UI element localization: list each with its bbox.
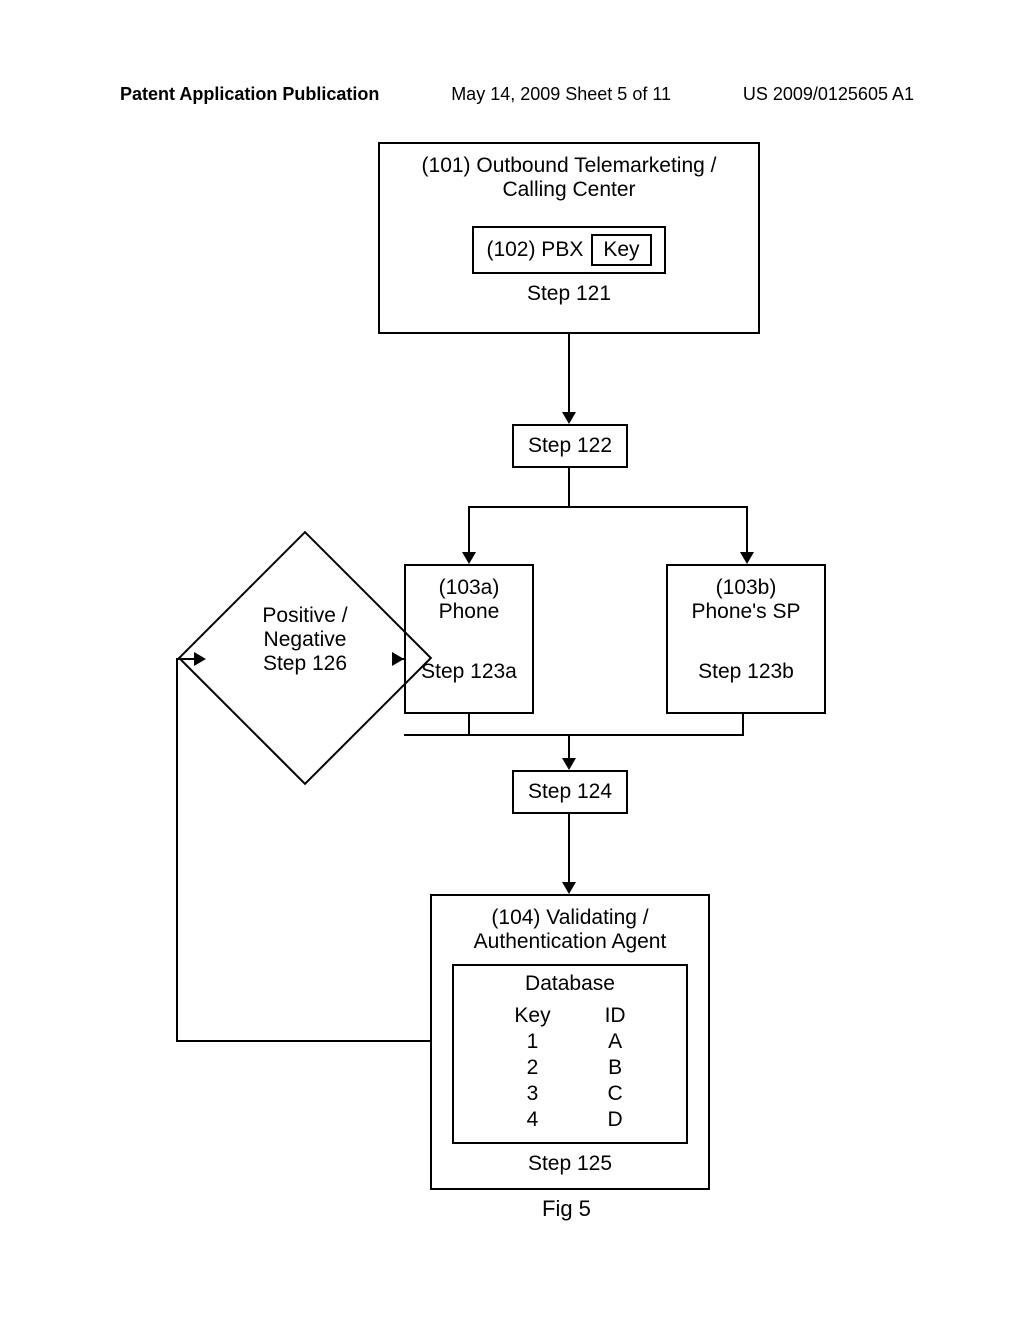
box-104: (104) Validating / Authentication Agent … bbox=[430, 894, 710, 1190]
step-123b: Step 123b bbox=[668, 660, 824, 684]
diamond-text: Positive / Negative Step 126 bbox=[215, 604, 395, 676]
connector-line bbox=[568, 734, 570, 760]
box-103b-title: (103b) bbox=[668, 576, 824, 600]
arrowhead-icon bbox=[462, 552, 476, 564]
box-103b: (103b) Phone's SP Step 123b bbox=[666, 564, 826, 714]
diamond-l1: Positive / bbox=[215, 604, 395, 628]
diamond-l3: Step 126 bbox=[215, 652, 395, 676]
database-table: Key ID 1A 2B 3C 4D bbox=[486, 1002, 653, 1134]
table-row: 1A bbox=[488, 1030, 651, 1054]
connector-line bbox=[468, 714, 470, 736]
key-box: Key bbox=[591, 234, 651, 266]
database-box: Database Key ID 1A 2B 3C 4D bbox=[452, 964, 688, 1144]
connector-line bbox=[176, 658, 178, 1042]
box-101-title-l1: (101) Outbound Telemarketing / bbox=[380, 154, 758, 178]
connector-line bbox=[404, 734, 744, 736]
db-col-id: ID bbox=[579, 1004, 652, 1028]
step-125: Step 125 bbox=[432, 1152, 708, 1176]
box-103a: (103a) Phone Step 123a bbox=[404, 564, 534, 714]
box-104-title-l2: Authentication Agent bbox=[432, 930, 708, 954]
connector-line bbox=[468, 506, 748, 508]
diamond-l2: Negative bbox=[215, 628, 395, 652]
connector-line bbox=[176, 658, 196, 660]
table-row: 4D bbox=[488, 1108, 651, 1132]
figure-caption: Fig 5 bbox=[542, 1196, 591, 1222]
connector-line bbox=[568, 814, 570, 884]
box-103a-sub: Phone bbox=[406, 600, 532, 624]
table-row: 2B bbox=[488, 1056, 651, 1080]
pbx-label: (102) PBX bbox=[486, 238, 583, 262]
header-mid: May 14, 2009 Sheet 5 of 11 bbox=[451, 84, 671, 105]
db-col-key: Key bbox=[488, 1004, 576, 1028]
header-left: Patent Application Publication bbox=[120, 84, 379, 105]
step-122: Step 122 bbox=[528, 434, 612, 457]
box-103b-sub: Phone's SP bbox=[668, 600, 824, 624]
box-104-title-l1: (104) Validating / bbox=[432, 906, 708, 930]
box-101: (101) Outbound Telemarketing / Calling C… bbox=[378, 142, 760, 334]
box-103a-title: (103a) bbox=[406, 576, 532, 600]
arrowhead-icon bbox=[740, 552, 754, 564]
arrowhead-icon bbox=[562, 412, 576, 424]
box-101-title-l2: Calling Center bbox=[380, 178, 758, 202]
arrowhead-icon bbox=[562, 758, 576, 770]
step-121: Step 121 bbox=[380, 282, 758, 306]
table-row: 3C bbox=[488, 1082, 651, 1106]
arrow-line bbox=[568, 334, 570, 414]
connector-line bbox=[742, 714, 744, 736]
arrowhead-icon bbox=[194, 652, 206, 666]
page-header: Patent Application Publication May 14, 2… bbox=[0, 84, 1024, 105]
box-step122: Step 122 bbox=[512, 424, 628, 468]
connector-line bbox=[176, 1040, 432, 1042]
connector-line bbox=[468, 506, 470, 554]
box-102-pbx: (102) PBX Key bbox=[472, 226, 665, 274]
arrowhead-icon bbox=[392, 652, 404, 666]
box-step124: Step 124 bbox=[512, 770, 628, 814]
arrowhead-icon bbox=[562, 882, 576, 894]
header-right: US 2009/0125605 A1 bbox=[743, 84, 914, 105]
step-124: Step 124 bbox=[528, 780, 612, 803]
connector-line bbox=[568, 468, 570, 508]
connector-line bbox=[746, 506, 748, 554]
database-title: Database bbox=[454, 972, 686, 996]
